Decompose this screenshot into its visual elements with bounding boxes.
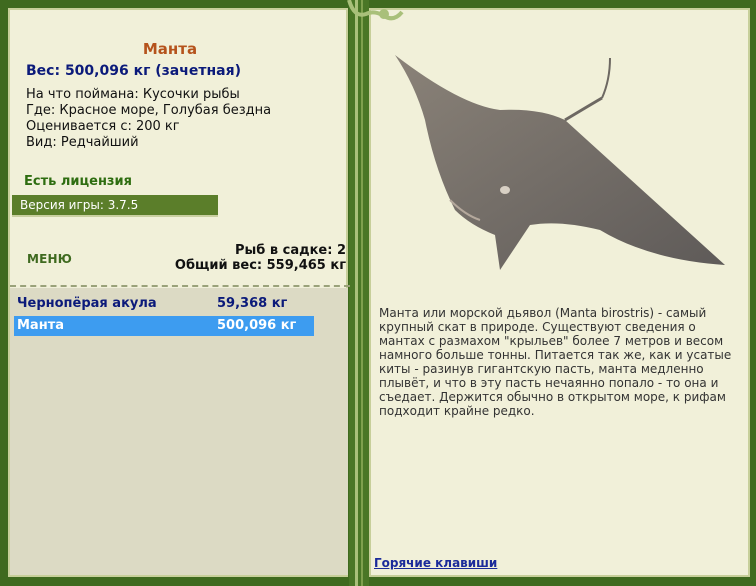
catch-item-weight: 59,368 кг (217, 296, 288, 311)
license-status: Есть лицензия (24, 174, 132, 189)
fish-name-title: Манта (142, 40, 198, 58)
rating-info: Оценивается с: 200 кг (26, 119, 180, 134)
version-label: Версия игры: 3.7.5 (20, 198, 139, 212)
catch-item-weight: 500,096 кг (217, 318, 297, 333)
location-info: Где: Красное море, Голубая бездна (26, 103, 272, 118)
catch-list-item[interactable]: Чернопёрая акула 59,368 кг (14, 294, 314, 314)
cage-count: Рыб в садке: 2 (234, 243, 346, 258)
bait-info: На что поймана: Кусочки рыбы (26, 87, 240, 102)
hotkeys-link[interactable]: Горячие клавиши (374, 556, 497, 570)
version-bar: Версия игры: 3.7.5 (12, 195, 218, 217)
dashed-separator (10, 285, 350, 287)
catch-list-item-selected[interactable]: Манта 500,096 кг (14, 316, 314, 336)
catch-item-name: Чернопёрая акула (17, 296, 157, 311)
catch-item-name: Манта (17, 318, 64, 333)
divider-stripe-inner (361, 0, 363, 586)
lizard-decoration-icon (347, 0, 404, 21)
rarity-info: Вид: Редчайший (26, 135, 139, 150)
fish-description: Манта или морской дьявол (Manta birostri… (379, 306, 732, 418)
menu-button[interactable]: МЕНЮ (27, 252, 72, 266)
cage-total-weight: Общий вес: 559,465 кг (174, 258, 346, 273)
divider-stripe (355, 0, 358, 586)
manta-ray-image (395, 55, 725, 270)
fish-weight: Вес: 500,096 кг (зачетная) (26, 63, 241, 79)
panel-divider (349, 0, 369, 586)
